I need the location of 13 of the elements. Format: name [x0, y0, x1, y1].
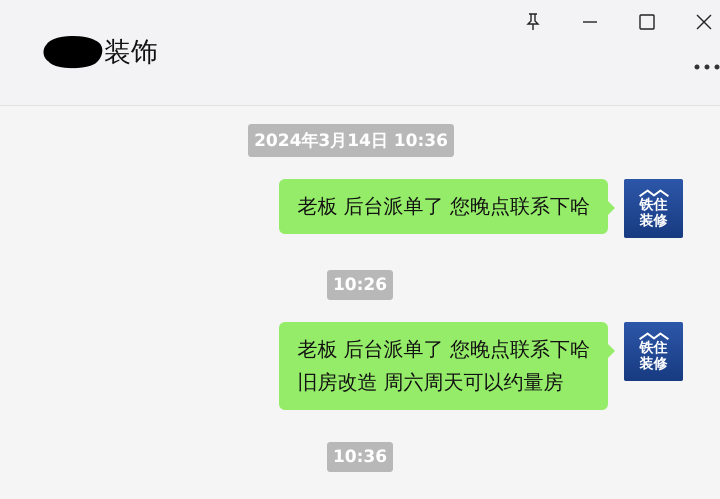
timestamp: 10:26	[326, 270, 394, 300]
timestamp: 2024年3月14日 10:36	[248, 124, 454, 157]
close-icon[interactable]	[694, 12, 714, 32]
timestamp: 10:36	[326, 442, 394, 472]
bubble-tail	[608, 344, 615, 358]
avatar-logo: 铁住 装修	[624, 322, 683, 381]
more-icon[interactable]	[694, 64, 720, 70]
message-bubble: 老板 后台派单了 您晚点联系下哈	[279, 179, 608, 234]
message-bubble: 老板 后台派单了 您晚点联系下哈 旧房改造 周六周天可以约量房	[279, 322, 608, 410]
maximize-icon[interactable]	[637, 12, 657, 32]
chat-title: 装饰	[104, 36, 158, 70]
avatar-logo: 铁住 装修	[624, 179, 683, 238]
bubble-tail	[608, 201, 615, 215]
